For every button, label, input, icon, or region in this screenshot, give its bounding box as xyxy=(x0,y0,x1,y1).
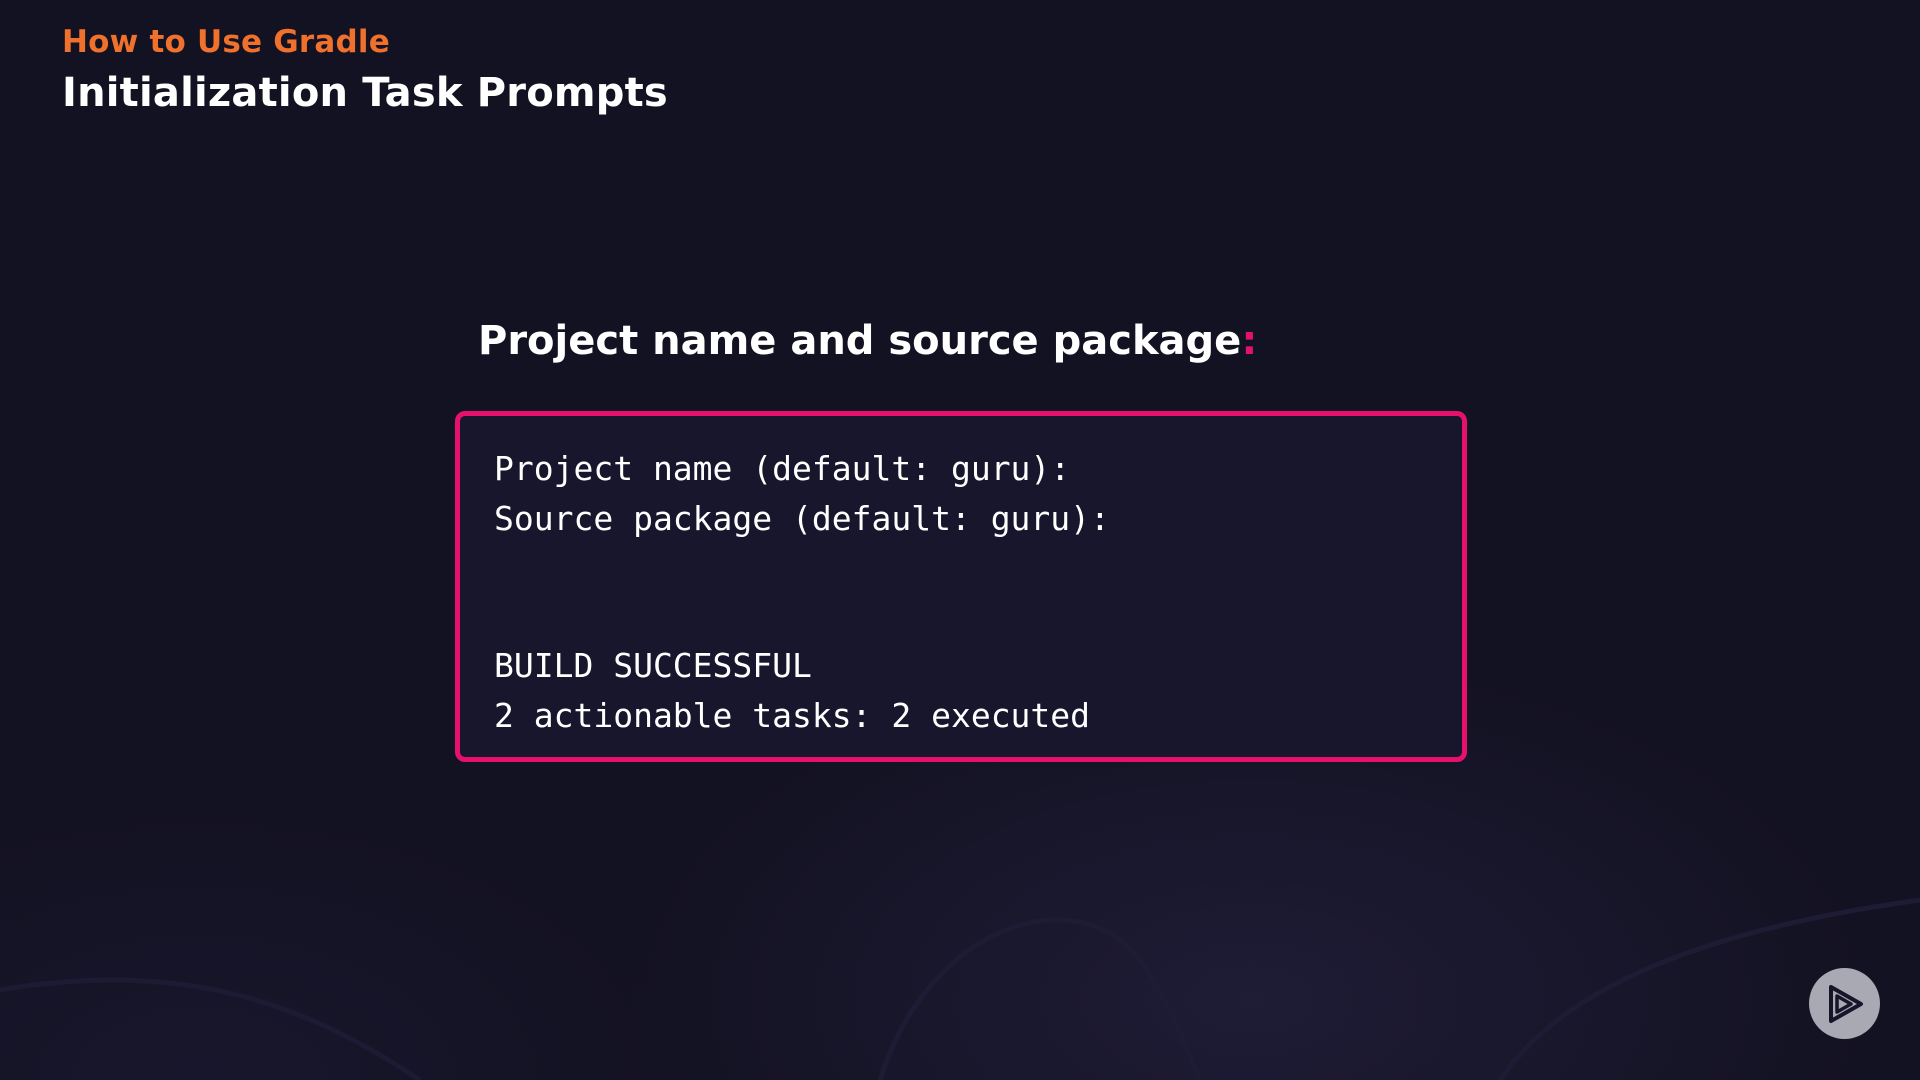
section-heading-accent: : xyxy=(1241,318,1258,364)
course-title: How to Use Gradle xyxy=(62,24,390,60)
section-heading-text: Project name and source package xyxy=(478,318,1242,364)
terminal-line-build-status: BUILD SUCCESSFUL xyxy=(494,646,812,685)
terminal-line-task-summary: 2 actionable tasks: 2 executed xyxy=(494,695,1091,735)
slide: How to Use Gradle Initialization Task Pr… xyxy=(0,0,1920,1080)
slide-title: Initialization Task Prompts xyxy=(62,70,668,116)
terminal-output-box: Project name (default: guru): Source pac… xyxy=(455,411,1467,762)
terminal-line-source-package: Source package (default: guru): xyxy=(494,498,1110,538)
play-icon xyxy=(1828,984,1863,1023)
terminal-line-project-name: Project name (default: guru): xyxy=(494,449,1071,488)
brand-logo xyxy=(1809,968,1880,1039)
section-heading: Project name and source package: xyxy=(478,318,1257,364)
